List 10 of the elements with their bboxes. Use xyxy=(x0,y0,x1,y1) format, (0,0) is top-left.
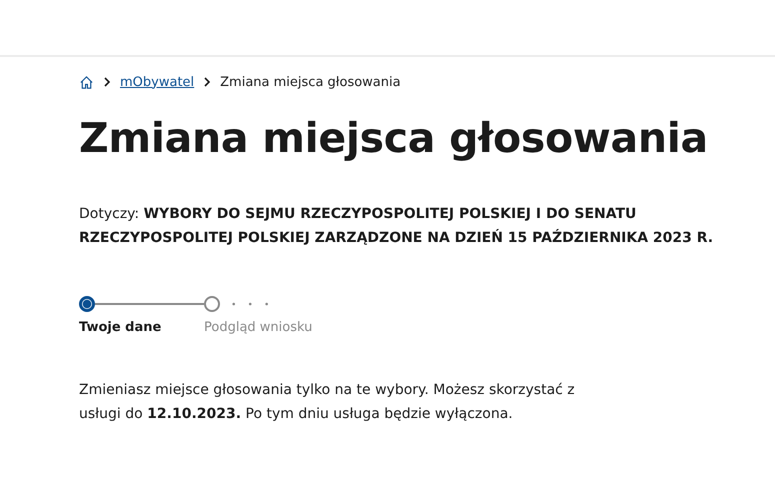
step-label: Podgląd wniosku xyxy=(204,320,312,335)
home-icon[interactable] xyxy=(79,74,94,90)
chevron-icon xyxy=(203,77,212,87)
page-title: Zmiana miejsca głosowania xyxy=(79,113,709,164)
breadcrumb-link[interactable]: mObywatel xyxy=(120,74,194,90)
chevron-icon xyxy=(103,77,111,87)
step-label: Twoje dane xyxy=(79,320,162,335)
info-text: Zmieniasz miejsce głosowania tylko na te wybory. Możesz skorzystać z usługi do 12.10.2023. Po tym dniu usługa będzie wyłączona. xyxy=(79,381,576,424)
breadcrumb-current: Zmiana miejsca głosowania xyxy=(220,74,401,90)
subject-text: Dotyczy: WYBORY DO SEJMU RZECZYPOSPOLITEJ POLSKIEJ I DO SENATU RZECZYPOSPOLITEJ POLSKIEJ ZARZĄDZONE NA DZIEŃ 15 PAŹDZIERNIKA 2023 R. xyxy=(79,205,714,248)
